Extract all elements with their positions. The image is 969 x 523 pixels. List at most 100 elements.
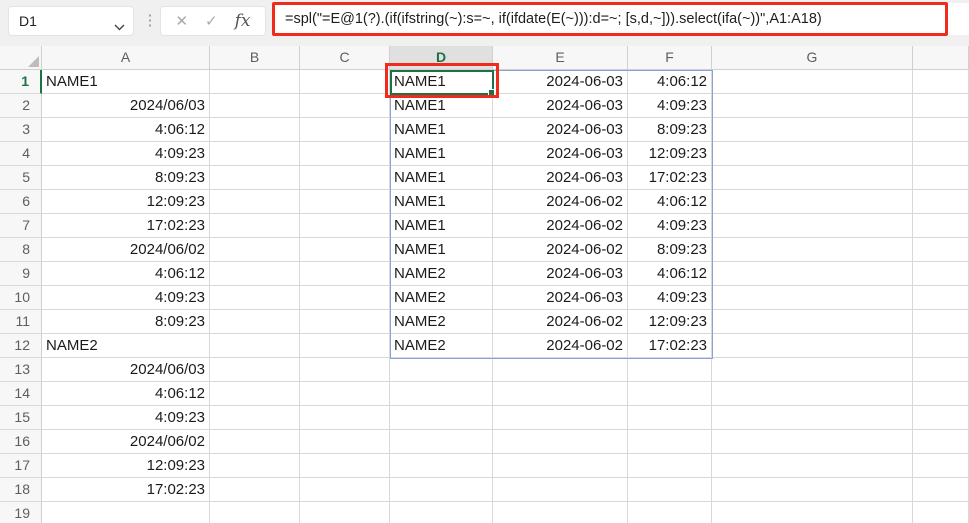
- confirm-icon[interactable]: ✓: [205, 12, 218, 30]
- cell-F3[interactable]: 8:09:23: [628, 118, 712, 142]
- cell-F18[interactable]: [628, 478, 712, 502]
- fill-handle[interactable]: [488, 89, 495, 96]
- cell-A16[interactable]: 2024/06/02: [42, 430, 210, 454]
- cell-B6[interactable]: [210, 190, 300, 214]
- cell-H17[interactable]: [913, 454, 969, 478]
- cell-D18[interactable]: [390, 478, 493, 502]
- cell-A13[interactable]: 2024/06/03: [42, 358, 210, 382]
- cell-B1[interactable]: [210, 70, 300, 94]
- cell-B10[interactable]: [210, 286, 300, 310]
- cell-C12[interactable]: [300, 334, 390, 358]
- cell-E6[interactable]: 2024-06-02: [493, 190, 628, 214]
- cell-C10[interactable]: [300, 286, 390, 310]
- cell-H3[interactable]: [913, 118, 969, 142]
- cell-D8[interactable]: NAME1: [390, 238, 493, 262]
- insert-function-icon[interactable]: fx: [235, 11, 251, 31]
- cell-E19[interactable]: [493, 502, 628, 523]
- cell-G10[interactable]: [712, 286, 913, 310]
- cell-A9[interactable]: 4:06:12: [42, 262, 210, 286]
- cell-B2[interactable]: [210, 94, 300, 118]
- cell-C8[interactable]: [300, 238, 390, 262]
- column-header-D[interactable]: D: [390, 46, 493, 70]
- cell-G4[interactable]: [712, 142, 913, 166]
- row-header-11[interactable]: 11: [0, 310, 42, 334]
- cell-H1[interactable]: [913, 70, 969, 94]
- column-header-G[interactable]: G: [712, 46, 913, 70]
- cell-D17[interactable]: [390, 454, 493, 478]
- cell-H4[interactable]: [913, 142, 969, 166]
- row-header-12[interactable]: 12: [0, 334, 42, 358]
- row-header-8[interactable]: 8: [0, 238, 42, 262]
- cell-H10[interactable]: [913, 286, 969, 310]
- row-header-4[interactable]: 4: [0, 142, 42, 166]
- cell-B12[interactable]: [210, 334, 300, 358]
- cell-H7[interactable]: [913, 214, 969, 238]
- cell-D1[interactable]: NAME1: [390, 70, 493, 94]
- cell-H19[interactable]: [913, 502, 969, 523]
- cell-F17[interactable]: [628, 454, 712, 478]
- cell-E12[interactable]: 2024-06-02: [493, 334, 628, 358]
- cell-G14[interactable]: [712, 382, 913, 406]
- cell-C2[interactable]: [300, 94, 390, 118]
- cell-H11[interactable]: [913, 310, 969, 334]
- cell-G12[interactable]: [712, 334, 913, 358]
- cell-G1[interactable]: [712, 70, 913, 94]
- cell-D9[interactable]: NAME2: [390, 262, 493, 286]
- cell-F19[interactable]: [628, 502, 712, 523]
- cell-H5[interactable]: [913, 166, 969, 190]
- cell-E11[interactable]: 2024-06-02: [493, 310, 628, 334]
- cell-B19[interactable]: [210, 502, 300, 523]
- cell-H2[interactable]: [913, 94, 969, 118]
- cell-G6[interactable]: [712, 190, 913, 214]
- row-header-13[interactable]: 13: [0, 358, 42, 382]
- cell-G18[interactable]: [712, 478, 913, 502]
- row-header-18[interactable]: 18: [0, 478, 42, 502]
- cell-F6[interactable]: 4:06:12: [628, 190, 712, 214]
- cell-E5[interactable]: 2024-06-03: [493, 166, 628, 190]
- cell-D14[interactable]: [390, 382, 493, 406]
- cell-E14[interactable]: [493, 382, 628, 406]
- cell-B18[interactable]: [210, 478, 300, 502]
- cell-G2[interactable]: [712, 94, 913, 118]
- cell-F16[interactable]: [628, 430, 712, 454]
- cell-F10[interactable]: 4:09:23: [628, 286, 712, 310]
- cell-G19[interactable]: [712, 502, 913, 523]
- cell-A4[interactable]: 4:09:23: [42, 142, 210, 166]
- cell-F5[interactable]: 17:02:23: [628, 166, 712, 190]
- cell-B14[interactable]: [210, 382, 300, 406]
- cell-F4[interactable]: 12:09:23: [628, 142, 712, 166]
- cell-H6[interactable]: [913, 190, 969, 214]
- cell-D7[interactable]: NAME1: [390, 214, 493, 238]
- cell-C13[interactable]: [300, 358, 390, 382]
- cell-D3[interactable]: NAME1: [390, 118, 493, 142]
- cell-H14[interactable]: [913, 382, 969, 406]
- cell-C15[interactable]: [300, 406, 390, 430]
- cell-F11[interactable]: 12:09:23: [628, 310, 712, 334]
- cell-A14[interactable]: 4:06:12: [42, 382, 210, 406]
- cell-G8[interactable]: [712, 238, 913, 262]
- cell-B8[interactable]: [210, 238, 300, 262]
- cell-F14[interactable]: [628, 382, 712, 406]
- cell-E10[interactable]: 2024-06-03: [493, 286, 628, 310]
- cell-E17[interactable]: [493, 454, 628, 478]
- cell-B4[interactable]: [210, 142, 300, 166]
- cell-A19[interactable]: [42, 502, 210, 523]
- cell-F8[interactable]: 8:09:23: [628, 238, 712, 262]
- cell-C5[interactable]: [300, 166, 390, 190]
- name-box[interactable]: D1: [8, 6, 134, 36]
- column-header-C[interactable]: C: [300, 46, 390, 70]
- cell-A18[interactable]: 17:02:23: [42, 478, 210, 502]
- column-header-F[interactable]: F: [628, 46, 712, 70]
- cell-F1[interactable]: 4:06:12: [628, 70, 712, 94]
- row-header-2[interactable]: 2: [0, 94, 42, 118]
- cell-F7[interactable]: 4:09:23: [628, 214, 712, 238]
- cell-B15[interactable]: [210, 406, 300, 430]
- cell-B3[interactable]: [210, 118, 300, 142]
- cell-G15[interactable]: [712, 406, 913, 430]
- cell-E4[interactable]: 2024-06-03: [493, 142, 628, 166]
- cell-D12[interactable]: NAME2: [390, 334, 493, 358]
- cell-A5[interactable]: 8:09:23: [42, 166, 210, 190]
- cell-D4[interactable]: NAME1: [390, 142, 493, 166]
- cell-H8[interactable]: [913, 238, 969, 262]
- cell-D16[interactable]: [390, 430, 493, 454]
